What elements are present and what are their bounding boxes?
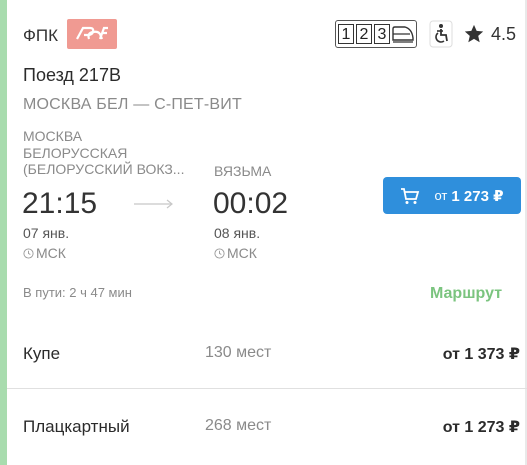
carrier-name: ФПК [23, 26, 59, 45]
star-icon [464, 24, 484, 43]
arrival-timezone: МСК [214, 245, 257, 261]
train-car-icon [392, 26, 414, 43]
departure-time: 21:15 [22, 187, 98, 220]
rzd-logo [67, 19, 117, 49]
accessibility-icon [429, 20, 453, 48]
route-link[interactable]: Маршрут [430, 285, 502, 303]
car-classes-icon: 1 2 3 [335, 20, 417, 48]
clock-icon [23, 247, 34, 259]
travel-duration: В пути: 2 ч 47 мин [23, 285, 132, 300]
arrival-station: ВЯЗЬМА [214, 163, 272, 179]
departure-station-line: МОСКВА [23, 128, 83, 144]
clock-icon [214, 247, 225, 259]
class-seats-kupe: 130 мест [205, 344, 272, 361]
rating-value: 4.5 [491, 23, 517, 44]
card-accent-bar [0, 0, 7, 465]
price-value: 1 273 ₽ [451, 187, 504, 205]
departure-station: МОСКВА БЕЛОРУССКАЯ (БЕЛОРУССКИЙ ВОКЗ... [23, 128, 193, 178]
class-divider [7, 388, 527, 389]
arrival-date: 08 янв. [214, 225, 261, 241]
train-name: Поезд 217В [23, 65, 121, 85]
train-card[interactable]: ФПК 1 2 3 4.5 Поезд 217В МОСКВА БЕЛ — С-… [0, 0, 527, 465]
arrow-right-icon [134, 199, 173, 209]
arrival-time: 00:02 [213, 187, 289, 220]
departure-timezone: МСК [23, 245, 66, 261]
train-route: МОСКВА БЕЛ — С-ПЕТ-ВИТ [23, 96, 242, 113]
cart-icon [401, 187, 420, 204]
car-class-digit: 2 [356, 24, 372, 44]
buy-ticket-button[interactable]: от 1 273 ₽ [383, 177, 521, 214]
class-price-platskart[interactable]: от 1 273 ₽ [443, 417, 520, 437]
timezone-label: МСК [36, 245, 66, 261]
class-seats-platskart: 268 мест [205, 417, 272, 434]
class-price-kupe[interactable]: от 1 373 ₽ [443, 344, 520, 364]
timezone-label: МСК [227, 245, 257, 261]
car-class-digit: 1 [338, 24, 354, 44]
price-from-label: от [434, 188, 448, 203]
departure-station-line: БЕЛОРУССКАЯ [23, 144, 128, 161]
train-features: 1 2 3 4.5 [335, 20, 516, 48]
departure-date: 07 янв. [23, 225, 70, 241]
car-class-digit: 3 [374, 24, 390, 44]
departure-station-line: (БЕЛОРУССКИЙ ВОКЗ... [23, 161, 185, 177]
class-name-platskart[interactable]: Плацкартный [23, 417, 130, 437]
class-name-kupe[interactable]: Купе [23, 344, 60, 364]
